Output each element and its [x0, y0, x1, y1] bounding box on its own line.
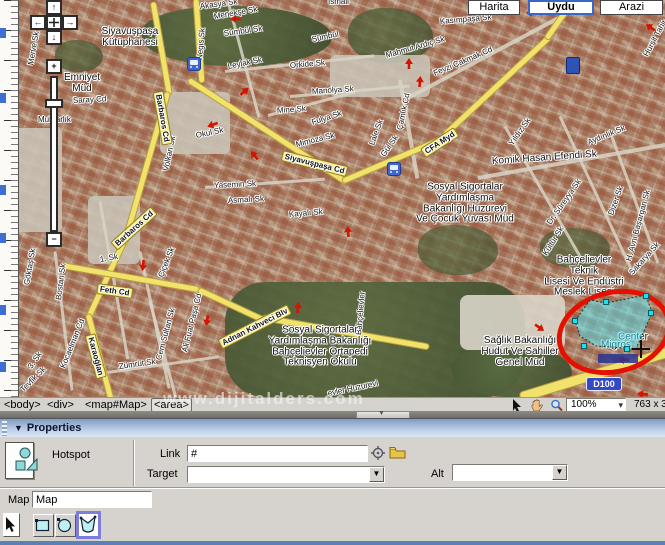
panel-splitter[interactable]: ▼	[0, 410, 665, 418]
properties-header[interactable]: ▼ Properties	[0, 418, 665, 437]
oval-hotspot-icon	[57, 518, 72, 533]
magnification-select[interactable]: 100% ▾	[566, 398, 626, 412]
maptype-arazi-button[interactable]: Arazi	[600, 0, 663, 15]
map-name-input[interactable]	[32, 491, 152, 508]
hotspot-polygon-layer[interactable]	[0, 0, 665, 397]
map-name-label: Map	[8, 494, 30, 506]
browse-folder-icon[interactable]	[389, 446, 406, 460]
pan-right-button[interactable]: →	[62, 15, 78, 30]
ruler-mark	[0, 93, 6, 103]
pan-left-button[interactable]: ←	[30, 15, 46, 30]
ruler-mark	[0, 233, 6, 243]
collapse-arrow[interactable]: ▼	[356, 410, 410, 418]
window-size-indicator[interactable]: 763 x 3	[634, 399, 665, 410]
zoom-slider-handle[interactable]	[45, 99, 63, 108]
hotspot-handle[interactable]	[581, 343, 587, 349]
chevron-down-icon: ▾	[618, 400, 623, 410]
maptype-harita-button[interactable]: Harita	[468, 0, 520, 15]
tag-body[interactable]: <body>	[4, 399, 41, 411]
tag-area-selected[interactable]: <area>	[151, 398, 192, 412]
element-type-label: Hotspot	[52, 449, 90, 461]
crosshair-cursor	[640, 340, 642, 358]
polygon-hotspot-tool[interactable]	[76, 511, 101, 539]
polygon-hotspot-icon	[79, 515, 97, 533]
ruler-mark	[0, 305, 6, 315]
alt-input[interactable]	[452, 464, 568, 481]
pan-down-button[interactable]: ↓	[46, 30, 62, 45]
map-canvas[interactable]: Akasya Sk Menekşe Sk İsmail Sümbül Sk Sümbül…	[0, 0, 665, 397]
select-tool-icon[interactable]	[511, 399, 525, 412]
hotspot-handle[interactable]	[603, 299, 609, 305]
dreamweaver-window: Akasya Sk Menekşe Sk İsmail Sümbül Sk Sümbül…	[0, 0, 665, 545]
point-to-file-icon[interactable]	[371, 446, 385, 460]
maptype-uydu-button[interactable]: Uydu	[528, 0, 594, 15]
collapse-triangle-icon: ▼	[378, 410, 385, 417]
rectangle-hotspot-tool[interactable]	[33, 514, 54, 537]
alt-label: Alt	[431, 468, 444, 480]
target-input[interactable]	[187, 466, 385, 483]
tag-map[interactable]: <map#Map>	[85, 399, 147, 411]
link-input[interactable]	[187, 445, 368, 462]
ruler-mark	[0, 185, 6, 195]
pan-up-button[interactable]: ↑	[46, 0, 62, 15]
pointer-arrow-icon	[6, 517, 15, 532]
oval-hotspot-tool[interactable]	[55, 514, 76, 537]
divider	[0, 487, 665, 489]
hotspot-handle[interactable]	[648, 310, 654, 316]
pan-center-button[interactable]	[46, 15, 62, 30]
magnification-value: 100%	[571, 399, 597, 410]
ruler-mark	[0, 28, 6, 38]
vertical-ruler	[0, 0, 19, 397]
panel-grip	[2, 421, 7, 436]
pointer-tool-button[interactable]	[3, 513, 20, 537]
properties-title: Properties	[26, 422, 82, 434]
window-bottom-edge	[0, 541, 665, 545]
zoom-in-button[interactable]: +	[46, 59, 62, 74]
alt-dropdown-button[interactable]: ▼	[552, 465, 567, 480]
hotspot-handle[interactable]	[572, 318, 578, 324]
hand-tool-icon[interactable]	[530, 399, 544, 412]
properties-body: Hotspot Link Target ▼ Alt ▼ Map	[0, 437, 665, 541]
ruler-mark	[0, 362, 6, 372]
rectangle-hotspot-icon	[35, 519, 50, 532]
hotspot-handle[interactable]	[643, 293, 649, 299]
hotspot-shapes-icon	[15, 447, 38, 471]
link-label: Link	[160, 448, 181, 460]
target-dropdown-button[interactable]: ▼	[369, 467, 384, 482]
zoom-tool-icon[interactable]	[550, 399, 564, 412]
target-label: Target	[147, 468, 178, 480]
hotspot-element-icon[interactable]	[5, 442, 38, 479]
hotspot-handle[interactable]	[624, 346, 630, 352]
zoom-out-button[interactable]: −	[46, 232, 62, 247]
divider	[133, 440, 135, 486]
panel-collapse-icon[interactable]: ▼	[14, 423, 23, 433]
tag-div[interactable]: <div>	[47, 399, 74, 411]
tag-selector-bar: <body> <div> <map#Map> <area> 100% ▾ 763…	[0, 397, 665, 412]
